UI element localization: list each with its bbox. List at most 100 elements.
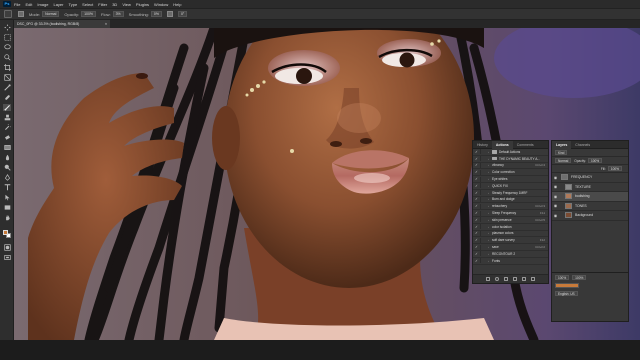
- quick-select-tool-icon[interactable]: [3, 54, 11, 61]
- action-row[interactable]: ✓ › Steady Frequency 1MRF: [473, 190, 548, 197]
- action-dialog-toggle[interactable]: [480, 210, 486, 216]
- quick-mask-icon[interactable]: [3, 244, 11, 251]
- action-toggle-check[interactable]: ✓: [473, 238, 480, 242]
- visibility-eye-icon[interactable]: ◉: [552, 213, 559, 218]
- action-dialog-toggle[interactable]: [480, 183, 486, 189]
- gradient-tool-icon[interactable]: [3, 144, 11, 151]
- action-row[interactable]: ✓ › skin presence Ctrl+F5: [473, 217, 548, 224]
- brush-size-swatch[interactable]: [18, 11, 24, 17]
- healing-brush-tool-icon[interactable]: [3, 94, 11, 101]
- crop-tool-icon[interactable]: [3, 64, 11, 71]
- frame-tool-icon[interactable]: [3, 74, 11, 81]
- action-dialog-toggle[interactable]: [480, 251, 486, 257]
- action-row[interactable]: ✓ › Burn and dodge: [473, 196, 548, 204]
- dodge-tool-icon[interactable]: [3, 164, 11, 171]
- menu-layer[interactable]: Layer: [53, 2, 63, 7]
- menu-help[interactable]: Help: [173, 2, 181, 7]
- action-toggle-check[interactable]: ✓: [473, 218, 480, 222]
- action-toggle-check[interactable]: ✓: [473, 252, 480, 256]
- opacity-field[interactable]: 100%: [81, 11, 97, 17]
- new-set-icon[interactable]: [513, 277, 517, 281]
- document-tab[interactable]: DSC_0FG @ 33.3% (bodishing, RGB/8) ×: [14, 20, 110, 28]
- close-icon[interactable]: ×: [105, 20, 107, 28]
- brush-tool-icon[interactable]: [3, 104, 11, 111]
- action-toggle-check[interactable]: ✓: [473, 245, 480, 249]
- height-field[interactable]: 100%: [572, 274, 587, 280]
- prop-color-field[interactable]: [555, 282, 579, 288]
- action-toggle-check[interactable]: ✓: [473, 259, 480, 263]
- stop-icon[interactable]: [486, 277, 490, 281]
- action-dialog-toggle[interactable]: [480, 176, 486, 182]
- mode-dropdown[interactable]: Normal: [42, 11, 60, 17]
- layer-row[interactable]: ◉ TONES: [552, 202, 628, 211]
- tab-comments[interactable]: Comments: [513, 141, 538, 149]
- marquee-tool-icon[interactable]: [3, 34, 11, 41]
- menu-type[interactable]: Type: [69, 2, 78, 7]
- menu-select[interactable]: Select: [82, 2, 93, 7]
- action-set-row[interactable]: ✓ › THE DYNAMIC BEAUTY A...: [473, 156, 548, 163]
- tab-layers[interactable]: Layers: [552, 140, 572, 149]
- photoshop-logo[interactable]: Ps: [3, 1, 11, 7]
- language-dropdown[interactable]: English: US: [555, 290, 578, 296]
- path-selection-tool-icon[interactable]: [3, 194, 11, 201]
- action-toggle-check[interactable]: ✓: [473, 225, 480, 229]
- pen-tool-icon[interactable]: [3, 174, 11, 181]
- action-dialog-toggle[interactable]: [480, 190, 486, 196]
- screen-mode-icon[interactable]: [3, 254, 11, 261]
- color-swatches[interactable]: [3, 230, 11, 238]
- history-brush-tool-icon[interactable]: [3, 124, 11, 131]
- action-dialog-toggle[interactable]: [480, 156, 486, 162]
- action-row[interactable]: ✓ › vibrancy Ctrl+F4: [473, 162, 548, 170]
- layer-fill-field[interactable]: 100%: [607, 166, 622, 171]
- foreground-color-swatch[interactable]: [3, 230, 8, 235]
- action-toggle-check[interactable]: ✓: [473, 204, 480, 208]
- blend-mode-dropdown[interactable]: Normal: [555, 158, 572, 163]
- action-dialog-toggle[interactable]: [480, 203, 486, 209]
- eraser-tool-icon[interactable]: [3, 134, 11, 141]
- action-dialog-toggle[interactable]: [480, 258, 486, 264]
- menu-filter[interactable]: Filter: [98, 2, 107, 7]
- eyedropper-tool-icon[interactable]: [3, 84, 11, 91]
- gear-icon[interactable]: [166, 11, 173, 17]
- flow-field[interactable]: 3%: [112, 11, 124, 17]
- tab-channels[interactable]: Channels: [571, 141, 594, 149]
- hand-tool-icon[interactable]: [3, 214, 11, 221]
- action-row[interactable]: ✓ › RECONTOUR 2: [473, 251, 548, 258]
- layer-opacity-field[interactable]: 100%: [587, 158, 603, 163]
- clone-stamp-tool-icon[interactable]: [3, 114, 11, 121]
- tab-actions[interactable]: Actions: [491, 140, 513, 149]
- move-tool-icon[interactable]: [3, 24, 11, 31]
- blur-tool-icon[interactable]: [3, 154, 11, 161]
- action-dialog-toggle[interactable]: [480, 230, 486, 236]
- action-row[interactable]: ✓ › retouchery Ctrl+F3: [473, 203, 548, 211]
- action-dialog-toggle[interactable]: [480, 237, 486, 243]
- action-toggle-check[interactable]: ✓: [473, 184, 480, 188]
- menu-file[interactable]: File: [14, 2, 20, 7]
- action-dialog-toggle[interactable]: [480, 196, 486, 202]
- play-icon[interactable]: [504, 277, 508, 281]
- shape-tool-icon[interactable]: [3, 204, 11, 211]
- action-row[interactable]: ✓ › QUICK FIX: [473, 183, 548, 190]
- action-toggle-check[interactable]: ✓: [473, 211, 480, 215]
- action-row[interactable]: ✓ › Sleep Frequency F11: [473, 210, 548, 217]
- action-dialog-toggle[interactable]: [480, 217, 486, 223]
- action-toggle-check[interactable]: ✓: [473, 231, 480, 235]
- action-row[interactable]: ✓ › Color correction: [473, 169, 548, 177]
- action-toggle-check[interactable]: ✓: [473, 177, 480, 181]
- visibility-eye-icon[interactable]: ◉: [552, 175, 559, 180]
- action-toggle-check[interactable]: ✓: [473, 170, 480, 174]
- visibility-eye-icon[interactable]: ◉: [552, 194, 559, 199]
- visibility-eye-icon[interactable]: ◉: [552, 203, 559, 208]
- new-action-icon[interactable]: [522, 277, 526, 281]
- action-toggle-check[interactable]: ✓: [473, 163, 480, 167]
- record-icon[interactable]: [495, 277, 499, 281]
- action-toggle-check[interactable]: ✓: [473, 157, 480, 161]
- action-row[interactable]: ✓ › plasmon colors: [473, 230, 548, 238]
- action-row[interactable]: ✓ › save Ctrl+F2: [473, 244, 548, 251]
- lasso-tool-icon[interactable]: [3, 44, 11, 51]
- action-toggle-check[interactable]: ✓: [473, 150, 480, 154]
- menu-window[interactable]: Window: [154, 2, 168, 7]
- action-row[interactable]: ✓ › soft dare survey F12: [473, 237, 548, 245]
- action-dialog-toggle[interactable]: [480, 224, 486, 230]
- angle-field[interactable]: 0°: [177, 11, 188, 17]
